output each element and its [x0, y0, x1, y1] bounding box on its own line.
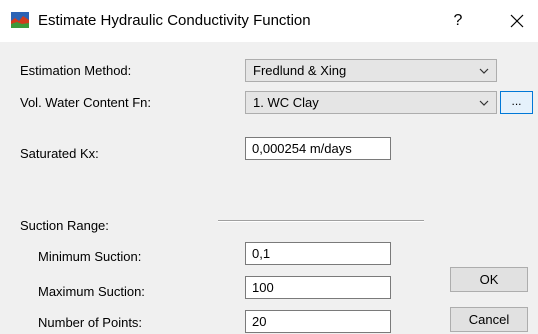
vol-water-content-value: 1. WC Clay [253, 95, 319, 110]
estimation-method-value: Fredlund & Xing [253, 63, 347, 78]
suction-range-label: Suction Range: [20, 218, 109, 233]
ok-button[interactable]: OK [450, 267, 528, 292]
saturated-kx-field[interactable]: 0,000254 m/days [245, 137, 391, 160]
browse-button[interactable]: ... [500, 91, 533, 114]
number-of-points-label: Number of Points: [38, 315, 143, 330]
minimum-suction-label: Minimum Suction: [38, 249, 142, 264]
estimation-method-label: Estimation Method: [20, 63, 132, 78]
title-bar: Estimate Hydraulic Conductivity Function… [0, 0, 538, 42]
minimum-suction-value: 0,1 [252, 246, 271, 261]
vol-water-content-dropdown[interactable]: 1. WC Clay [245, 91, 497, 114]
number-of-points-value: 20 [252, 314, 267, 329]
help-button[interactable]: ? [448, 11, 468, 31]
group-separator [218, 220, 424, 222]
vol-water-content-label: Vol. Water Content Fn: [20, 95, 152, 110]
saturated-kx-label: Saturated Kx: [20, 146, 99, 161]
hydraulic-app-icon [11, 12, 29, 28]
maximum-suction-label: Maximum Suction: [38, 284, 145, 299]
chevron-down-icon [479, 100, 489, 106]
close-icon[interactable] [506, 10, 528, 32]
maximum-suction-field[interactable]: 100 [245, 276, 391, 299]
number-of-points-field[interactable]: 20 [245, 310, 391, 333]
window-title: Estimate Hydraulic Conductivity Function [38, 12, 311, 29]
maximum-suction-value: 100 [252, 280, 274, 295]
cancel-button[interactable]: Cancel [450, 307, 528, 332]
estimation-method-dropdown[interactable]: Fredlund & Xing [245, 59, 497, 82]
chevron-down-icon [479, 68, 489, 74]
minimum-suction-field[interactable]: 0,1 [245, 242, 391, 265]
saturated-kx-value: 0,000254 m/days [252, 141, 352, 156]
